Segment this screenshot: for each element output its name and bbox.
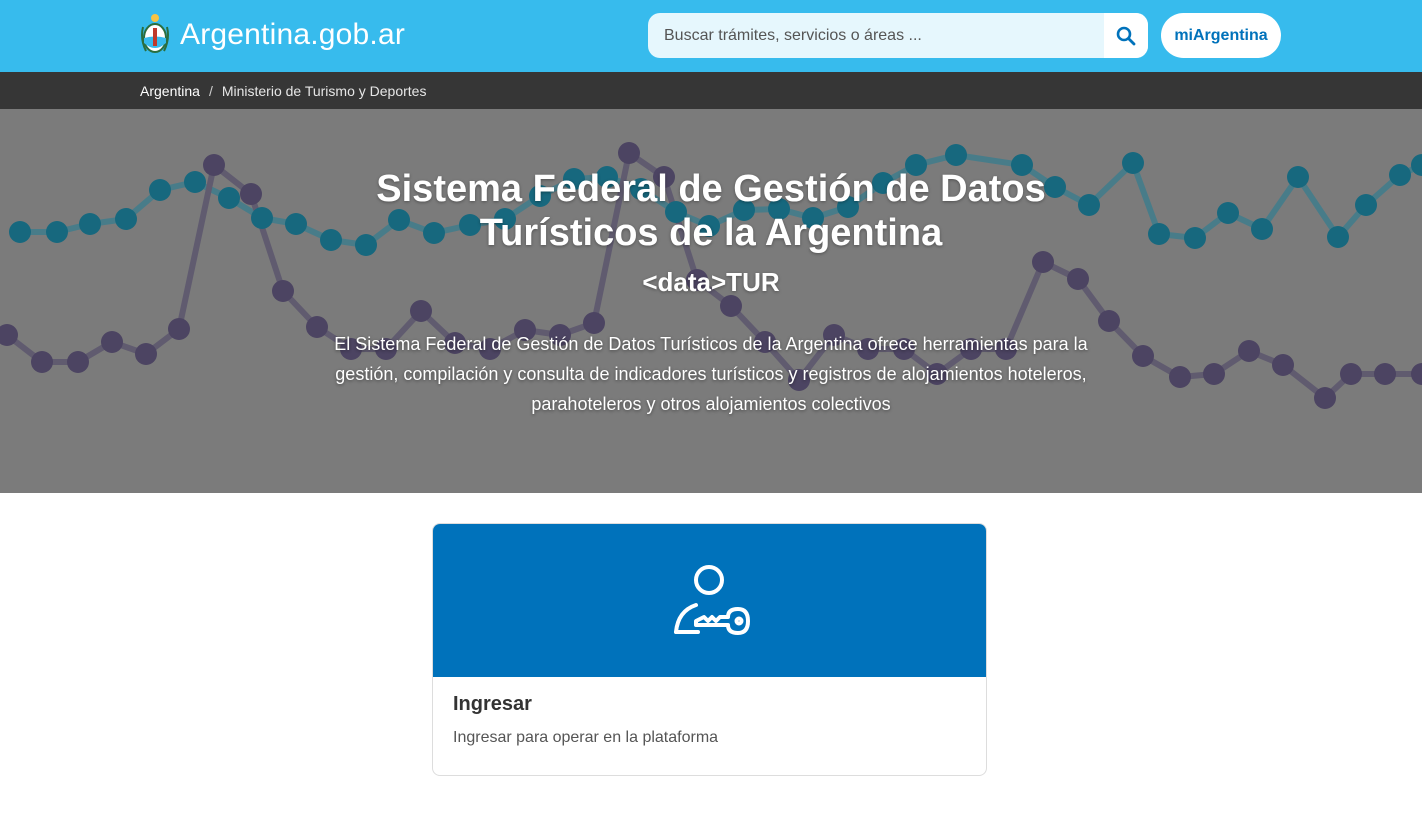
hero-dot: [1098, 310, 1120, 332]
hero-dot: [1238, 340, 1260, 362]
breadcrumb-item-argentina[interactable]: Argentina: [140, 83, 200, 99]
hero-dot: [410, 300, 432, 322]
page-title: Sistema Federal de Gestión de Datos Turí…: [376, 168, 1046, 254]
hero-banner: Sistema Federal de Gestión de Datos Turí…: [0, 109, 1422, 493]
hero-dot: [720, 295, 742, 317]
search-bar: [648, 13, 1148, 58]
hero-dot: [1374, 363, 1396, 385]
hero-dot: [1287, 166, 1309, 188]
hero-dot: [1251, 218, 1273, 240]
hero-dot: [1184, 227, 1206, 249]
hero-dot: [1340, 363, 1362, 385]
hero-dot: [251, 207, 273, 229]
hero-dot: [285, 213, 307, 235]
hero-dot: [46, 221, 68, 243]
hero-dot: [184, 171, 206, 193]
breadcrumb: Argentina / Ministerio de Turismo y Depo…: [140, 72, 426, 109]
hero-dot: [1122, 152, 1144, 174]
hero-dot: [115, 208, 137, 230]
search-input[interactable]: [648, 13, 1104, 58]
hero-dot: [1272, 354, 1294, 376]
hero-dot: [1411, 363, 1422, 385]
hero-dot: [79, 213, 101, 235]
breadcrumb-separator: /: [208, 82, 213, 99]
breadcrumb-item-ministerio: Ministerio de Turismo y Deportes: [221, 82, 427, 99]
hero-dot: [1327, 226, 1349, 248]
ingresar-card[interactable]: Ingresar Ingresar para operar en la plat…: [432, 523, 987, 776]
hero-dot: [1411, 154, 1422, 176]
hero-dot: [31, 351, 53, 373]
hero-dot: [9, 221, 31, 243]
brand-name: Argentina.gob.ar: [180, 18, 406, 51]
hero-dot: [945, 144, 967, 166]
card-title: Ingresar: [453, 693, 532, 715]
user-key-icon: [673, 564, 750, 635]
hero-dot: [149, 179, 171, 201]
search-button[interactable]: [1104, 13, 1148, 58]
hero-dot: [101, 331, 123, 353]
hero-dot: [1355, 194, 1377, 216]
breadcrumb-bar: Argentina / Ministerio de Turismo y Depo…: [0, 72, 1422, 109]
hero-dot: [1132, 345, 1154, 367]
hero-dot: [135, 343, 157, 365]
mi-argentina-button[interactable]: miArgentina: [1161, 13, 1281, 58]
hero-dot: [1148, 223, 1170, 245]
brand-logo-link[interactable]: Argentina.gob.ar: [140, 12, 405, 58]
hero-dot: [1217, 202, 1239, 224]
hero-dot: [67, 351, 89, 373]
card-description: Ingresar para operar en la plataforma: [453, 729, 719, 746]
hero-dot: [1314, 387, 1336, 409]
top-header: Argentina.gob.ar miArgentina: [0, 0, 1422, 72]
hero-dot: [618, 142, 640, 164]
hero-dot: [168, 318, 190, 340]
hero-dot: [240, 183, 262, 205]
hero-dot: [1169, 366, 1191, 388]
search-icon: [1116, 26, 1136, 45]
hero-description: El Sistema Federal de Gestión de Datos T…: [334, 334, 1088, 414]
hero-dot: [203, 154, 225, 176]
hero-dot: [218, 187, 240, 209]
card-banner: [433, 524, 986, 677]
hero-dot: [306, 316, 328, 338]
hero-dot: [1203, 363, 1225, 385]
page-subtitle: <data>TUR: [642, 267, 780, 297]
coat-of-arms-icon: [141, 14, 169, 53]
hero-dot: [1389, 164, 1411, 186]
